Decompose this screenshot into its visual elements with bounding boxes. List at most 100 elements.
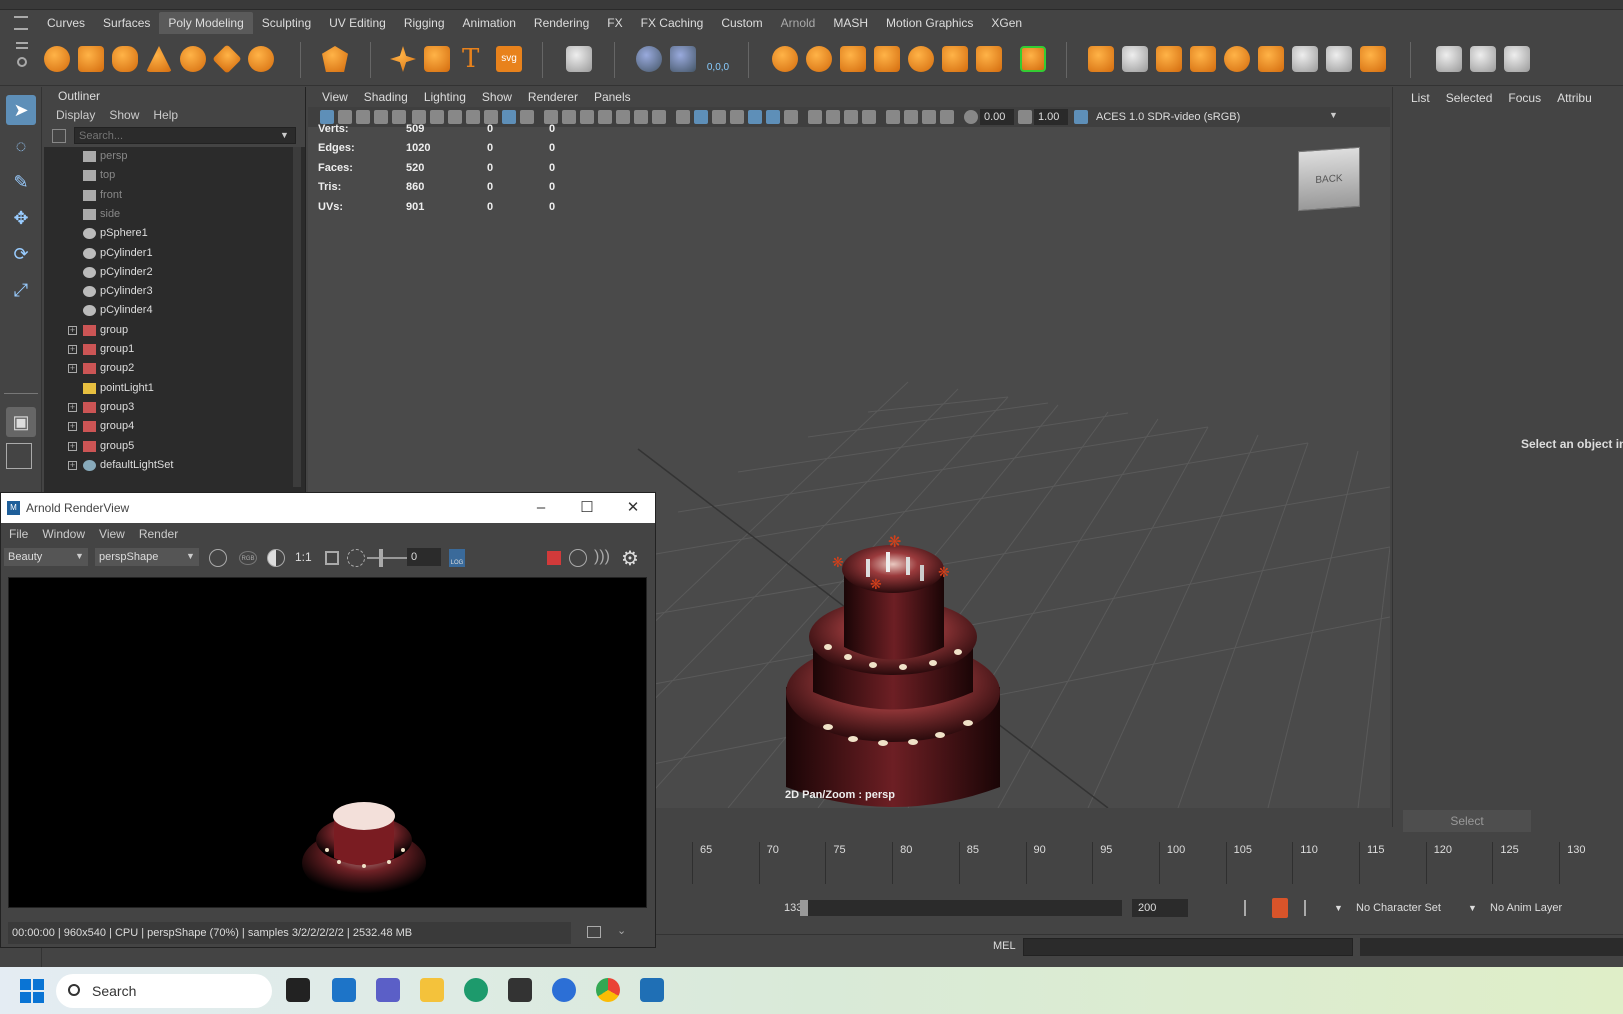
pencil-icon[interactable] bbox=[520, 110, 534, 124]
wireframe-icon[interactable] bbox=[676, 110, 690, 124]
arnold-menu-render[interactable]: Render bbox=[139, 527, 178, 541]
expand-toggle-icon[interactable]: + bbox=[68, 402, 77, 412]
xray-joints-icon[interactable] bbox=[904, 110, 918, 124]
shelf-tab-arnold[interactable]: Arnold bbox=[772, 12, 825, 34]
safe-action-icon[interactable] bbox=[634, 110, 648, 124]
arnold-menu-file[interactable]: File bbox=[9, 527, 28, 541]
poly-cube-icon[interactable] bbox=[78, 46, 104, 72]
gate-mask-icon[interactable] bbox=[598, 110, 612, 124]
microsoft-store-icon[interactable] bbox=[508, 978, 532, 1002]
expand-toggle-icon[interactable]: + bbox=[68, 460, 77, 470]
minimize-icon[interactable]: – bbox=[526, 497, 556, 519]
outliner-search-input[interactable] bbox=[74, 127, 296, 144]
widgets-icon[interactable] bbox=[332, 978, 356, 1002]
outliner-item[interactable]: side bbox=[44, 205, 294, 224]
expand-toggle-icon[interactable]: + bbox=[68, 345, 77, 354]
safe-title-icon[interactable] bbox=[652, 110, 666, 124]
chrome-browser-icon[interactable] bbox=[596, 978, 620, 1002]
shelf-tab-surfaces[interactable]: Surfaces bbox=[94, 12, 159, 34]
playblast-icon[interactable] bbox=[412, 110, 426, 124]
camera-dropdown-arrow-icon[interactable]: ▼ bbox=[186, 551, 195, 561]
outliner-item[interactable]: + group4 bbox=[44, 417, 294, 436]
shadows-icon[interactable] bbox=[766, 110, 780, 124]
tab-selected[interactable]: Selected bbox=[1438, 91, 1501, 105]
search-dropdown-icon[interactable]: ▼ bbox=[280, 130, 289, 140]
playback-options-icon[interactable] bbox=[1244, 900, 1260, 916]
status-snapshot-icon[interactable] bbox=[587, 926, 601, 938]
arnold-titlebar[interactable]: M Arnold RenderView – ☐ ✕ bbox=[1, 493, 655, 523]
interactive-render-icon[interactable]: ))) bbox=[594, 548, 610, 566]
outliner-item[interactable]: persp bbox=[44, 147, 294, 166]
expand-toggle-icon[interactable]: + bbox=[68, 441, 77, 451]
viewport-menu-show[interactable]: Show bbox=[474, 90, 520, 104]
reduce-icon[interactable] bbox=[942, 46, 968, 72]
viewport-menu-view[interactable]: View bbox=[314, 90, 356, 104]
camera-attributes-icon[interactable] bbox=[338, 110, 352, 124]
outliner-item[interactable]: + group5 bbox=[44, 437, 294, 456]
shelf-tab-xgen[interactable]: XGen bbox=[982, 12, 1031, 34]
combine-icon[interactable] bbox=[772, 46, 798, 72]
bridge-icon[interactable] bbox=[1122, 46, 1148, 72]
single-view-layout-icon[interactable]: ▣ bbox=[6, 407, 36, 437]
teams-chat-icon[interactable] bbox=[376, 978, 400, 1002]
file-explorer-icon[interactable] bbox=[420, 978, 444, 1002]
outliner-item[interactable]: pCylinder2 bbox=[44, 263, 294, 282]
pan-zoom-icon[interactable] bbox=[448, 110, 462, 124]
viewport-menu-shading[interactable]: Shading bbox=[356, 90, 416, 104]
exposure-slider-handle[interactable] bbox=[379, 549, 383, 567]
outliner-item[interactable]: + group2 bbox=[44, 359, 294, 378]
taskbar-search-box[interactable]: Search bbox=[56, 974, 272, 1008]
render-canvas[interactable] bbox=[8, 577, 647, 908]
mel-command-input[interactable] bbox=[1023, 938, 1353, 956]
shelf-tab-rendering[interactable]: Rendering bbox=[525, 12, 598, 34]
smooth-shade-icon[interactable] bbox=[694, 110, 708, 124]
poly-sphere-icon[interactable] bbox=[44, 46, 70, 72]
edge-browser-icon[interactable] bbox=[464, 978, 488, 1002]
snap-point-icon[interactable] bbox=[636, 46, 662, 72]
shelf-tab-motion-graphics[interactable]: Motion Graphics bbox=[877, 12, 982, 34]
auto-key-icon[interactable] bbox=[1272, 898, 1288, 918]
poly-plane-icon[interactable] bbox=[212, 44, 242, 74]
camera-lock-icon[interactable] bbox=[392, 110, 406, 124]
maya-taskbar-icon[interactable] bbox=[640, 978, 664, 1002]
ambient-occlusion-icon[interactable] bbox=[784, 110, 798, 124]
select-camera-icon[interactable] bbox=[320, 110, 334, 124]
shelf-menu-icon[interactable] bbox=[16, 42, 28, 44]
cube-grid-icon[interactable] bbox=[566, 46, 592, 72]
shelf-tab-mash[interactable]: MASH bbox=[824, 12, 877, 34]
tab-list[interactable]: List bbox=[1403, 91, 1438, 105]
shelf-grip-icon[interactable] bbox=[14, 16, 28, 30]
expand-toggle-icon[interactable]: + bbox=[68, 422, 77, 432]
status-expand-icon[interactable]: ⌄ bbox=[617, 924, 626, 937]
fill-hole-icon[interactable] bbox=[1190, 46, 1216, 72]
shelf-settings-icon[interactable] bbox=[17, 57, 27, 67]
shelf-tab-curves[interactable]: Curves bbox=[38, 12, 94, 34]
anim-layer-dropdown[interactable]: No Anim Layer bbox=[1490, 899, 1562, 917]
depth-of-field-icon[interactable] bbox=[844, 110, 858, 124]
outliner-item[interactable]: + group bbox=[44, 321, 294, 340]
character-set-dropdown[interactable]: No Character Set bbox=[1356, 899, 1441, 917]
viewport-menu-renderer[interactable]: Renderer bbox=[520, 90, 586, 104]
close-icon[interactable]: ✕ bbox=[618, 497, 648, 519]
arnold-menu-window[interactable]: Window bbox=[42, 527, 85, 541]
outliner-scrollbar[interactable] bbox=[293, 147, 301, 487]
marker-icon[interactable] bbox=[466, 110, 480, 124]
gamma-field[interactable]: 1.00 bbox=[1034, 109, 1068, 125]
smooth-icon[interactable] bbox=[908, 46, 934, 72]
gamma-icon[interactable] bbox=[1018, 110, 1032, 124]
windows-start-icon[interactable] bbox=[20, 979, 44, 1003]
wireframe-on-shaded-icon[interactable] bbox=[712, 110, 726, 124]
refresh-render-icon[interactable] bbox=[569, 549, 587, 567]
exposure-field[interactable]: 0.00 bbox=[980, 109, 1014, 125]
camera-dropdown[interactable]: perspShape bbox=[95, 548, 199, 566]
poly-platonic-icon[interactable] bbox=[322, 46, 348, 72]
rgb-channel-icon[interactable]: RGB bbox=[239, 551, 257, 565]
scale-tool-icon[interactable]: ⤢ bbox=[6, 275, 36, 305]
uv-layout-icon[interactable] bbox=[1470, 46, 1496, 72]
color-space-dropdown-arrow-icon[interactable]: ▼ bbox=[1329, 110, 1338, 120]
anti-aliasing-icon[interactable] bbox=[826, 110, 840, 124]
character-set-dropdown-arrow-icon[interactable]: ▼ bbox=[1334, 899, 1343, 917]
stop-render-icon[interactable] bbox=[547, 551, 561, 565]
connect-icon[interactable] bbox=[1326, 46, 1352, 72]
shelf-tab-fx[interactable]: FX bbox=[598, 12, 631, 34]
